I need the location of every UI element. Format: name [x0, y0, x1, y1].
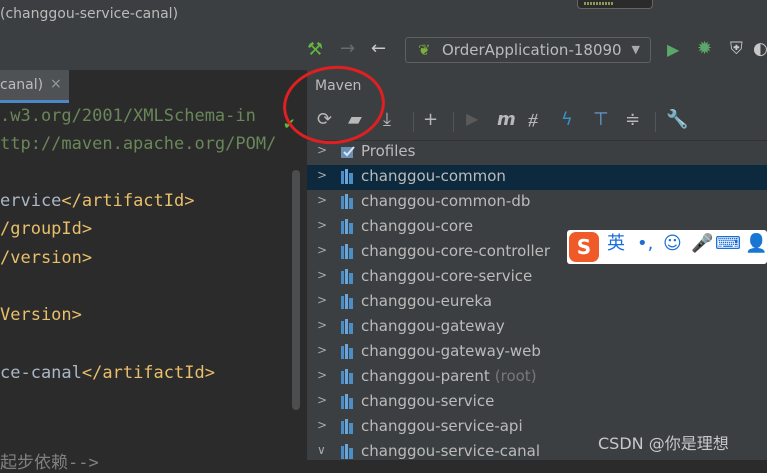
emoji-icon[interactable]: ☺	[663, 235, 682, 253]
tree-item-label: changgou-eureka	[361, 292, 493, 310]
chevron-right-icon[interactable]: >	[317, 143, 327, 157]
maven-module-icon	[340, 269, 354, 285]
add-icon[interactable]: +	[423, 111, 438, 129]
code-line-7: ce-canal</artifactId>	[0, 363, 215, 383]
profiles-checkbox-icon	[340, 144, 355, 160]
tree-item-label: changgou-gateway-web	[361, 342, 541, 360]
chevron-down-icon[interactable]: ∨	[317, 443, 326, 457]
microphone-icon[interactable]: 🎤	[691, 235, 713, 253]
ime-logo-icon[interactable]: S	[569, 232, 599, 262]
forward-arrow-icon[interactable]: →	[340, 40, 355, 58]
tree-item-label: changgou-common-db	[361, 192, 531, 210]
code-line-4: /groupId>	[0, 219, 93, 239]
tree-item-label: changgou-common	[361, 167, 506, 185]
chevron-right-icon[interactable]: >	[317, 393, 327, 407]
debug-bug-icon[interactable]: ✹	[697, 40, 712, 58]
tree-item-module[interactable]: > changgou-common	[307, 165, 767, 190]
chevron-down-icon: ▼	[631, 43, 640, 56]
maven-module-icon	[340, 419, 354, 435]
maven-module-icon	[340, 244, 354, 260]
title-bar: (changgou-service-canal)	[0, 0, 767, 32]
tree-item-label: changgou-core-controller	[361, 242, 551, 260]
watermark: CSDN @你是理想	[598, 434, 729, 453]
ime-language-toggle[interactable]: 英	[607, 235, 625, 253]
download-icon[interactable]: ⤓	[383, 111, 391, 129]
code-line-3: ervice</artifactId>	[0, 191, 195, 211]
chevron-right-icon[interactable]: >	[317, 293, 327, 307]
close-icon[interactable]: ×	[50, 76, 62, 92]
tree-item-label: changgou-parent (root)	[361, 367, 537, 385]
maven-module-icon	[340, 344, 354, 360]
window-title: (changgou-service-canal)	[0, 6, 179, 22]
maven-module-icon	[340, 394, 354, 410]
profile-icon[interactable]: ◐	[753, 41, 767, 58]
editor-tab-pom[interactable]: canal) ×	[0, 70, 69, 103]
chevron-right-icon[interactable]: >	[317, 318, 327, 332]
tree-item-label: changgou-core	[361, 217, 474, 235]
maven-module-icon	[340, 444, 354, 460]
toggle-offline-icon[interactable]: ⧣	[528, 111, 538, 129]
chevron-right-icon[interactable]: >	[317, 218, 327, 232]
code-line-2: ttp://maven.apache.org/POM/	[0, 134, 277, 154]
coverage-shield-icon[interactable]: ⛨	[730, 41, 743, 58]
tree-item-label: changgou-service-canal	[361, 442, 541, 460]
editor-scrollbar[interactable]	[292, 170, 300, 410]
tree-item-label: changgou-service	[361, 392, 495, 410]
maven-module-icon	[340, 219, 354, 235]
tree-item-module[interactable]: > changgou-gateway	[307, 315, 767, 340]
chevron-right-icon[interactable]: >	[317, 168, 327, 182]
editor-tab-label: canal)	[0, 77, 44, 93]
back-arrow-icon[interactable]: ←	[371, 40, 386, 58]
maven-module-icon	[340, 294, 354, 310]
run-icon[interactable]: ▶	[667, 42, 679, 58]
run-configuration-label: OrderApplication-18090	[442, 41, 622, 59]
maven-tool-window: Maven ⟳ ▰ ⤓ + ▶ m ⧣ ϟ ⊤ ≑ 🔧 > Profiles > ch…	[306, 70, 767, 460]
code-line-1: .w3.org/2001/XMLSchema-in	[0, 106, 256, 126]
maven-module-icon	[340, 169, 354, 185]
build-hammer-icon[interactable]: ⚒	[307, 41, 323, 59]
code-editor[interactable]: canal) × ✔ .w3.org/2001/XMLSchema-in ttp…	[0, 70, 305, 473]
chevron-right-icon[interactable]: >	[317, 193, 327, 207]
tree-item-module[interactable]: > changgou-parent (root)	[307, 365, 767, 390]
tree-item-label: changgou-gateway	[361, 317, 505, 335]
tree-item-label: Profiles	[361, 142, 416, 160]
chevron-right-icon[interactable]: >	[317, 343, 327, 357]
chevron-right-icon[interactable]: >	[317, 368, 327, 382]
run-icon[interactable]: ▶	[466, 111, 478, 127]
ime-toolbar: S 英 •, ☺ 🎤 ⌨ 👤	[567, 230, 767, 264]
tree-item-module[interactable]: > changgou-core-service	[307, 265, 767, 290]
tree-item-label: changgou-service-api	[361, 417, 523, 435]
tree-item-module[interactable]: > changgou-common-db	[307, 190, 767, 215]
chevron-right-icon[interactable]: >	[317, 243, 327, 257]
code-line-8: 起步依赖-->	[0, 453, 99, 473]
root-suffix: (root)	[494, 367, 537, 385]
wrench-icon[interactable]: 🔧	[666, 111, 688, 129]
tree-item-label: changgou-core-service	[361, 267, 533, 285]
chevron-right-icon[interactable]: >	[317, 418, 327, 432]
maven-module-icon	[340, 369, 354, 385]
chevron-right-icon[interactable]: >	[317, 268, 327, 282]
tree-item-module[interactable]: > changgou-service	[307, 390, 767, 415]
ime-punctuation-toggle[interactable]: •,	[637, 235, 653, 253]
maven-module-icon	[340, 194, 354, 210]
user-icon[interactable]: 👤	[745, 235, 767, 253]
code-line-6: Version>	[0, 305, 82, 325]
spring-leaf-icon: ❦	[418, 41, 431, 59]
collapse-all-icon[interactable]: ≑	[625, 111, 640, 129]
maven-goal-icon[interactable]: m	[497, 111, 516, 129]
memory-indicator[interactable]	[577, 0, 653, 9]
show-dependencies-icon[interactable]: ⊤	[593, 111, 609, 129]
tree-item-module[interactable]: > changgou-gateway-web	[307, 340, 767, 365]
tree-item-module[interactable]: > changgou-eureka	[307, 290, 767, 315]
maven-module-icon	[340, 319, 354, 335]
tree-item-profiles[interactable]: > Profiles	[307, 140, 767, 165]
run-configuration-select[interactable]: ❦ OrderApplication-18090 ▼	[405, 37, 651, 63]
keyboard-icon[interactable]: ⌨	[715, 235, 741, 253]
code-line-5: /version>	[0, 248, 93, 268]
skip-tests-icon[interactable]: ϟ	[561, 111, 573, 129]
